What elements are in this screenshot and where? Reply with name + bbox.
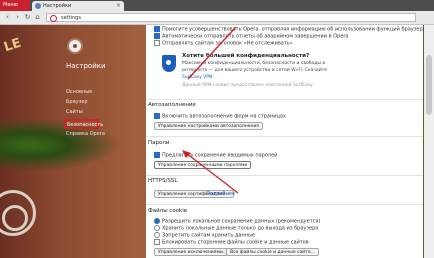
radio-row[interactable]: Хранить локальные данные только до выход… bbox=[154, 225, 318, 232]
gear-icon bbox=[69, 40, 81, 52]
check-label: Включить автозаполнение форм на страница… bbox=[162, 113, 286, 120]
settings-sidebar: Настройки Основные Браузер Сайты Безопас… bbox=[62, 40, 142, 150]
annotation-arrow bbox=[187, 26, 237, 80]
check-row[interactable]: Включить автозаполнение форм на страница… bbox=[154, 113, 286, 120]
radio[interactable] bbox=[154, 218, 160, 224]
tab-settings[interactable]: Настройки × bbox=[32, 1, 124, 11]
toolbar: ‹ › ↻ ⌂ settings bbox=[0, 11, 434, 25]
divider bbox=[146, 99, 423, 100]
opera-menu-button[interactable]: Меню bbox=[0, 0, 30, 11]
sidebar-item-label: Безопасность bbox=[67, 122, 104, 128]
address-text: settings bbox=[61, 15, 81, 21]
section-heading-autofill: Автозаполнение bbox=[148, 102, 196, 108]
cookie-exceptions-button[interactable]: Управление исключениями... bbox=[154, 248, 232, 256]
annotation-arrow bbox=[182, 150, 239, 194]
checkbox[interactable] bbox=[154, 239, 160, 245]
radio[interactable] bbox=[154, 225, 160, 231]
divider bbox=[146, 204, 423, 205]
home-icon[interactable]: ⌂ bbox=[33, 13, 42, 22]
settings-tab-icon bbox=[35, 3, 41, 9]
section-heading-https: HTTPS/SSL bbox=[148, 178, 178, 184]
wallpaper-graphic bbox=[2, 205, 28, 231]
radio-label: Разрешить локальное сохранение данных (р… bbox=[162, 218, 321, 225]
forward-icon[interactable]: › bbox=[13, 13, 22, 22]
sidebar-item-browser[interactable]: Браузер bbox=[66, 99, 88, 105]
checkbox[interactable] bbox=[154, 152, 160, 158]
check-row[interactable]: Блокировать сторонние файлы cookie и дан… bbox=[154, 239, 309, 246]
radio-row[interactable]: Разрешить локальное сохранение данных (р… bbox=[154, 218, 320, 225]
sidebar-title: Настройки bbox=[66, 62, 106, 70]
reload-icon[interactable]: ↻ bbox=[23, 13, 32, 22]
tab-close-icon[interactable]: × bbox=[116, 1, 121, 11]
sidebar-item-basic[interactable]: Основные bbox=[66, 89, 92, 95]
autofill-settings-button[interactable]: Управление настройками автозаполнения bbox=[154, 122, 264, 130]
section-heading-cookies: Файлы cookie bbox=[148, 208, 188, 214]
sidebar-item-security[interactable]: Безопасность bbox=[64, 119, 103, 129]
all-cookies-button[interactable]: Все файлы cookie и данные сайта... bbox=[226, 248, 319, 256]
divider bbox=[146, 136, 423, 137]
radio-label: Запретить сайтам хранить данные bbox=[162, 232, 256, 239]
tab-title: Настройки bbox=[43, 3, 72, 9]
radio-row[interactable]: Запретить сайтам хранить данные bbox=[154, 232, 255, 239]
opera-page-icon bbox=[50, 15, 57, 22]
sidebar-item-sites[interactable]: Сайты bbox=[66, 109, 83, 115]
back-icon[interactable]: ‹ bbox=[3, 13, 12, 22]
section-heading-passwords: Пароли bbox=[148, 140, 170, 146]
radio[interactable] bbox=[154, 232, 160, 238]
address-bar[interactable]: settings bbox=[46, 13, 416, 22]
scrollbar-thumb[interactable] bbox=[426, 55, 432, 115]
checkbox[interactable] bbox=[154, 113, 160, 119]
tab-bar: Меню Настройки × bbox=[0, 0, 434, 11]
radio-label: Хранить локальные данные только до выход… bbox=[162, 225, 319, 232]
sidebar-item-help[interactable]: Справка Opera bbox=[66, 131, 105, 137]
check-label: Блокировать сторонние файлы cookie и дан… bbox=[162, 239, 309, 246]
